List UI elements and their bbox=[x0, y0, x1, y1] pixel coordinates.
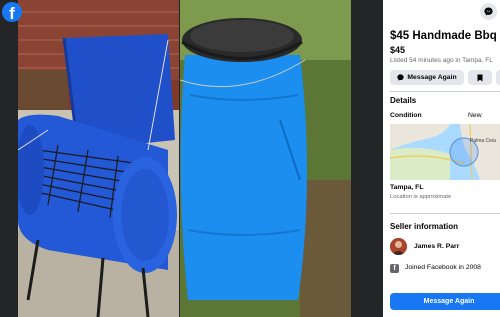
message-again-primary-button[interactable]: Message Again bbox=[390, 293, 500, 310]
details-heading: Details bbox=[390, 96, 417, 105]
listing-photo-grill[interactable] bbox=[18, 0, 179, 317]
map-illustration bbox=[390, 124, 500, 180]
seller-avatar[interactable] bbox=[390, 238, 407, 255]
barrel-photo-illustration bbox=[180, 0, 351, 317]
messenger-icon bbox=[484, 7, 493, 16]
listing-price: $45 bbox=[390, 45, 406, 55]
action-bar: Message Again bbox=[390, 70, 500, 85]
listing-photo-barrel[interactable] bbox=[180, 0, 351, 317]
avatar-image bbox=[390, 238, 407, 255]
facebook-square-icon: f bbox=[390, 264, 399, 273]
more-options-button[interactable] bbox=[496, 70, 500, 85]
location-note: Location is approximate bbox=[390, 194, 452, 200]
grill-photo-illustration bbox=[18, 0, 179, 317]
divider bbox=[390, 91, 500, 92]
seller-joined: Joined Facebook in 2008 bbox=[405, 264, 481, 271]
photo-viewer: f bbox=[0, 0, 383, 317]
listing-title: $45 Handmade Bbq bbox=[390, 30, 497, 42]
messenger-bubble-icon bbox=[397, 74, 405, 81]
location-map[interactable]: Palma Ceia bbox=[390, 124, 500, 180]
message-again-button[interactable]: Message Again bbox=[390, 70, 464, 85]
map-town-label: Palma Ceia bbox=[470, 138, 496, 144]
seller-heading: Seller information bbox=[390, 222, 459, 231]
messenger-button[interactable] bbox=[480, 3, 497, 20]
listing-panel: $45 Handmade Bbq $45 Listed 54 minutes a… bbox=[383, 0, 500, 317]
save-button[interactable] bbox=[468, 70, 492, 85]
facebook-logo-icon[interactable]: f bbox=[2, 2, 22, 23]
condition-label: Condition bbox=[390, 112, 422, 119]
listing-timestamp: Listed 54 minutes ago in Tampa, FL bbox=[390, 57, 493, 64]
location-text: Tampa, FL bbox=[390, 184, 424, 191]
condition-value: New bbox=[468, 112, 482, 119]
divider bbox=[390, 213, 500, 214]
bookmark-icon bbox=[477, 74, 483, 81]
seller-name[interactable]: James R. Parr bbox=[414, 243, 459, 250]
message-again-label: Message Again bbox=[407, 74, 457, 81]
